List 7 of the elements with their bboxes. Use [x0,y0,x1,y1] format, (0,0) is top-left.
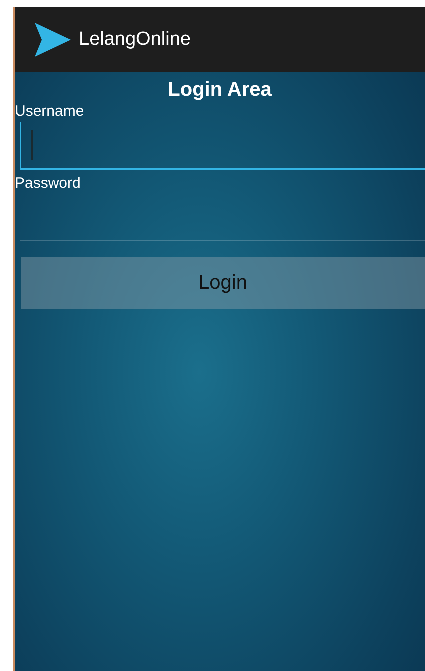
app-title: LelangOnline [79,28,191,50]
field-label: Username [15,102,86,122]
login-heading: Login Area [167,78,273,102]
input-field[interactable] [20,122,425,170]
field-label: Password [15,174,82,194]
paper-plane-icon [35,22,71,56]
login-button[interactable]: Login [21,257,425,309]
